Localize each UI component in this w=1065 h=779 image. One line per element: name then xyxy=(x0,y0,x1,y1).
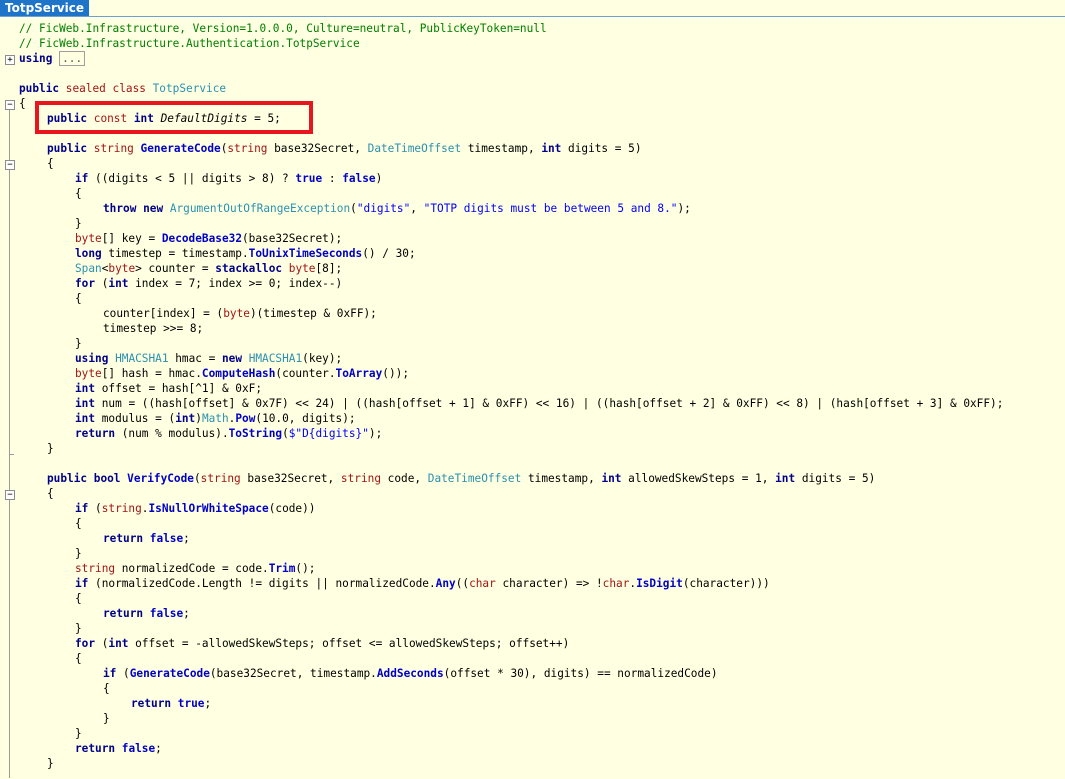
generatecode-outline-end xyxy=(9,454,14,455)
code-line: { xyxy=(47,487,54,500)
code-line: } xyxy=(75,217,82,230)
code-line: { xyxy=(19,97,26,110)
code-line: if ((digits < 5 || digits > 8) ? true : … xyxy=(75,172,383,185)
code-line: } xyxy=(75,622,82,635)
code-line: { xyxy=(75,592,82,605)
expand-using-icon[interactable]: + xyxy=(5,55,15,65)
code-line: counter[index] = (byte)(timestep & 0xFF)… xyxy=(103,307,377,320)
code-line: if (GenerateCode(base32Secret, timestamp… xyxy=(103,667,718,680)
code-line: } xyxy=(75,727,82,740)
collapse-verifycode-icon[interactable]: − xyxy=(5,490,15,500)
collapse-class-icon[interactable]: − xyxy=(5,100,15,110)
code-line: { xyxy=(75,187,82,200)
code-line: { xyxy=(47,157,54,170)
code-line: for (int offset = -allowedSkewSteps; off… xyxy=(75,637,570,650)
code-line: public string GenerateCode(string base32… xyxy=(47,142,642,155)
code-line: return (num % modulus).ToString($"D{digi… xyxy=(75,427,383,440)
code-line: public const int DefaultDigits = 5; xyxy=(47,112,281,125)
code-line: Span<byte> counter = stackalloc byte[8]; xyxy=(75,262,343,275)
code-line: } xyxy=(103,712,110,725)
code-line: throw new ArgumentOutOfRangeException("d… xyxy=(103,202,691,215)
tab-totpservice[interactable]: TotpService xyxy=(0,0,90,16)
code-line: { xyxy=(75,652,82,665)
code-line: int num = ((hash[offset] & 0x7F) << 24) … xyxy=(75,397,1004,410)
code-line: byte[] key = DecodeBase32(base32Secret); xyxy=(75,232,343,245)
code-line: long timestep = timestamp.ToUnixTimeSeco… xyxy=(75,247,416,260)
collapse-generatecode-icon[interactable]: − xyxy=(5,160,15,170)
code-line: { xyxy=(103,682,110,695)
code-line: int offset = hash[^1] & 0xF; xyxy=(75,382,263,395)
code-line: { xyxy=(75,292,82,305)
code-line: } xyxy=(47,757,54,770)
code-lines: // FicWeb.Infrastructure, Version=1.0.0.… xyxy=(19,21,1003,771)
code-line: return true; xyxy=(131,697,212,710)
code-line: for (int index = 7; index >= 0; index--) xyxy=(75,277,343,290)
code-editor[interactable]: + − − − // FicWeb.Infrastructure, Versio… xyxy=(0,17,1065,779)
document-tab-bar: TotpService xyxy=(0,0,1065,17)
code-line: // FicWeb.Infrastructure.Authentication.… xyxy=(19,37,360,50)
code-line: if (string.IsNullOrWhiteSpace(code)) xyxy=(75,502,316,515)
code-line: public bool VerifyCode(string base32Secr… xyxy=(47,472,876,485)
code-line: byte[] hash = hmac.ComputeHash(counter.T… xyxy=(75,367,409,380)
code-line: public sealed class TotpService xyxy=(19,82,227,95)
code-line: int modulus = (int)Math.Pow(10.0, digits… xyxy=(75,412,356,425)
code-line: if (normalizedCode.Length != digits || n… xyxy=(75,577,770,590)
code-line: using HMACSHA1 hmac = new HMACSHA1(key); xyxy=(75,352,343,365)
code-line: } xyxy=(75,337,82,350)
code-line: return false; xyxy=(75,742,162,755)
code-line: using ... xyxy=(19,51,1003,66)
code-line: // FicWeb.Infrastructure, Version=1.0.0.… xyxy=(19,22,547,35)
code-line: return false; xyxy=(103,607,190,620)
code-line: { xyxy=(75,517,82,530)
code-line: timestep >>= 8; xyxy=(103,322,204,335)
class-outline-line xyxy=(9,110,10,778)
using-keyword: using xyxy=(19,52,53,65)
code-line: return false; xyxy=(103,532,190,545)
code-line: } xyxy=(75,547,82,560)
collapsed-usings-button[interactable]: ... xyxy=(59,51,86,66)
code-line: } xyxy=(47,442,54,455)
code-line: string normalizedCode = code.Trim(); xyxy=(75,562,316,575)
